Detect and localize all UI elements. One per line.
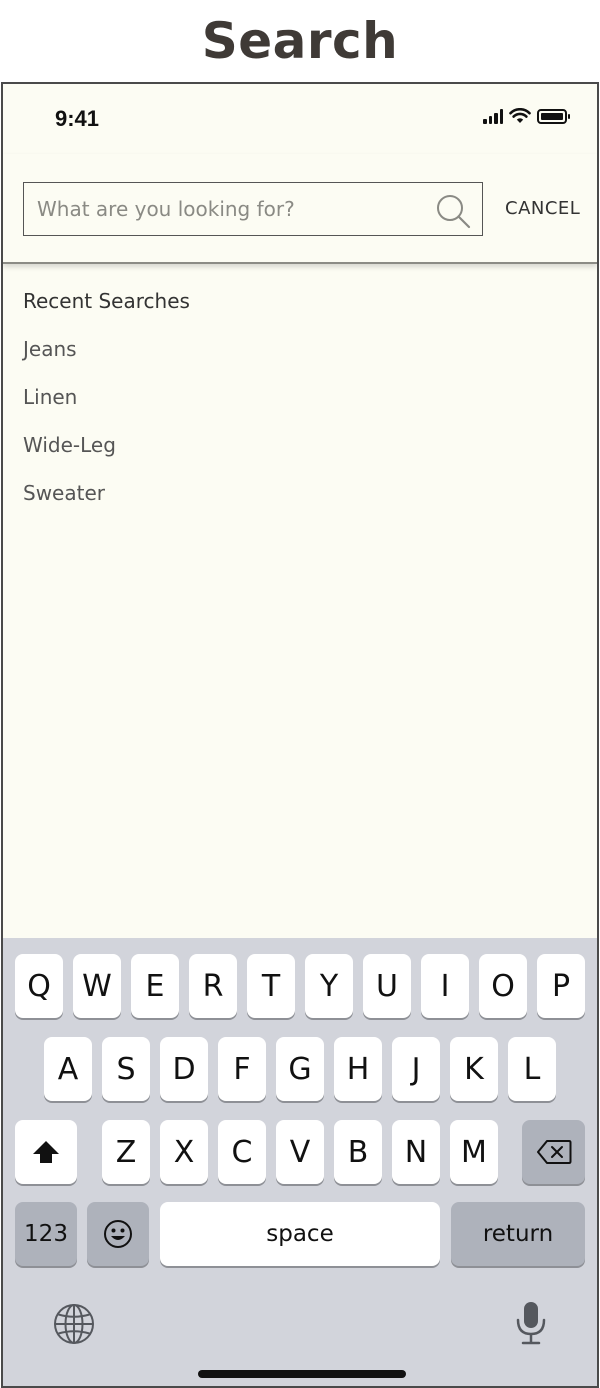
- key-v[interactable]: V: [276, 1120, 324, 1184]
- search-input[interactable]: [24, 183, 424, 235]
- search-icon[interactable]: [434, 192, 472, 230]
- recent-search-item[interactable]: Jeans: [23, 336, 563, 384]
- return-key[interactable]: return: [451, 1202, 585, 1266]
- recent-searches: Recent Searches Jeans Linen Wide-Leg Swe…: [23, 288, 563, 528]
- status-icons: [483, 108, 570, 124]
- key-p[interactable]: P: [537, 954, 585, 1018]
- cancel-button[interactable]: CANCEL: [505, 198, 580, 219]
- emoji-icon: [104, 1220, 132, 1248]
- battery-icon: [537, 108, 570, 124]
- key-u[interactable]: U: [363, 954, 411, 1018]
- key-a[interactable]: A: [44, 1037, 92, 1101]
- key-o[interactable]: O: [479, 954, 527, 1018]
- microphone-icon[interactable]: [515, 1300, 547, 1346]
- key-h[interactable]: H: [334, 1037, 382, 1101]
- search-box[interactable]: [23, 182, 483, 236]
- key-e[interactable]: E: [131, 954, 179, 1018]
- key-t[interactable]: T: [247, 954, 295, 1018]
- key-l[interactable]: L: [508, 1037, 556, 1101]
- backspace-key[interactable]: [522, 1120, 585, 1184]
- key-k[interactable]: K: [450, 1037, 498, 1101]
- key-n[interactable]: N: [392, 1120, 440, 1184]
- numbers-key[interactable]: 123: [15, 1202, 77, 1266]
- key-d[interactable]: D: [160, 1037, 208, 1101]
- key-q[interactable]: Q: [15, 954, 63, 1018]
- home-indicator[interactable]: [198, 1370, 406, 1378]
- backspace-icon: [536, 1140, 571, 1164]
- space-key[interactable]: space: [160, 1202, 440, 1266]
- shift-key[interactable]: [15, 1120, 77, 1184]
- emoji-key[interactable]: [87, 1202, 149, 1266]
- shift-icon: [33, 1141, 59, 1163]
- key-c[interactable]: C: [218, 1120, 266, 1184]
- key-f[interactable]: F: [218, 1037, 266, 1101]
- recent-searches-heading: Recent Searches: [23, 289, 190, 313]
- key-w[interactable]: W: [73, 954, 121, 1018]
- page-title: Search: [201, 12, 399, 70]
- cellular-signal-icon: [483, 108, 503, 124]
- recent-search-item[interactable]: Linen: [23, 384, 563, 432]
- globe-icon[interactable]: [53, 1303, 95, 1345]
- key-s[interactable]: S: [102, 1037, 150, 1101]
- key-x[interactable]: X: [160, 1120, 208, 1184]
- phone-screen: 9:41 CANCEL Recent Searches Jeans Linen …: [1, 82, 599, 1388]
- recent-search-item[interactable]: Sweater: [23, 480, 563, 528]
- key-m[interactable]: M: [450, 1120, 498, 1184]
- keyboard: Q W E R T Y U I O P A S D F G H J K L Z …: [3, 938, 597, 1386]
- wifi-icon: [509, 108, 531, 123]
- key-j[interactable]: J: [392, 1037, 440, 1101]
- recent-search-item[interactable]: Wide-Leg: [23, 432, 563, 480]
- key-y[interactable]: Y: [305, 954, 353, 1018]
- key-g[interactable]: G: [276, 1037, 324, 1101]
- key-r[interactable]: R: [189, 954, 237, 1018]
- key-b[interactable]: B: [334, 1120, 382, 1184]
- status-time: 9:41: [55, 106, 100, 131]
- status-bar: 9:41: [3, 84, 597, 154]
- key-i[interactable]: I: [421, 954, 469, 1018]
- key-z[interactable]: Z: [102, 1120, 150, 1184]
